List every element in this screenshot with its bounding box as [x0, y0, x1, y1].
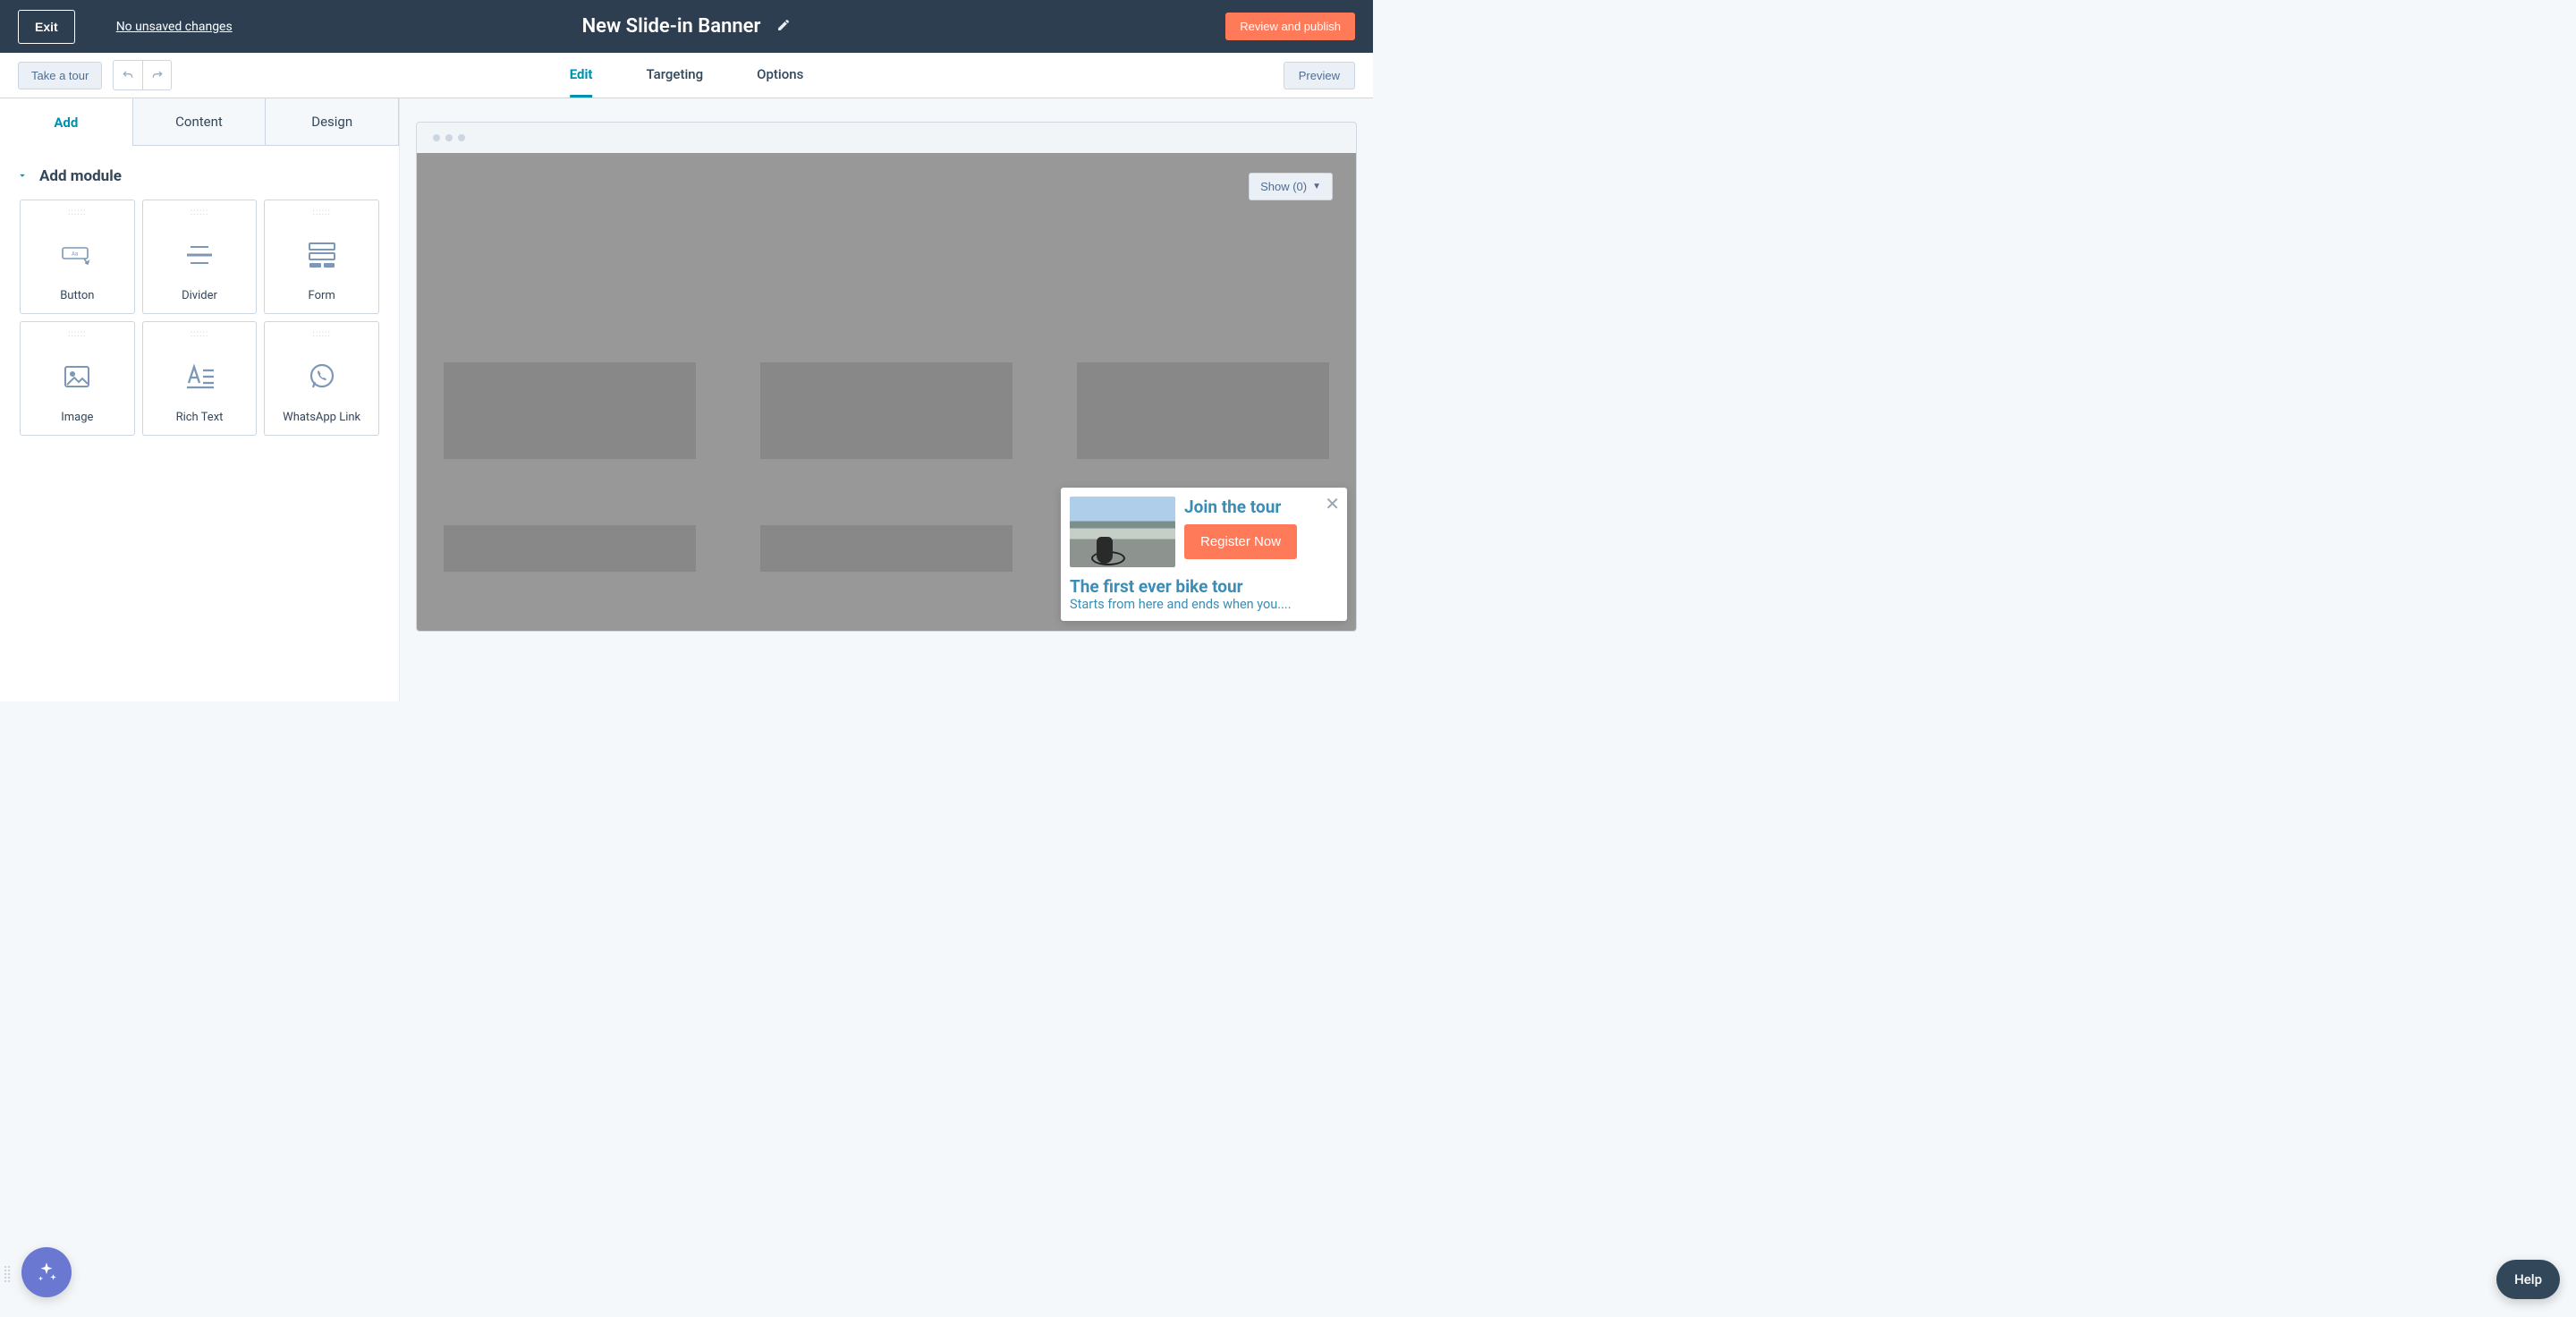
- mock-hero-placeholder: [426, 153, 1347, 305]
- browser-preview-frame: Show (0) ▼ ✕: [416, 122, 1357, 632]
- drag-handle-icon: ::::::: [312, 208, 331, 220]
- title-area: New Slide-in Banner: [582, 15, 792, 38]
- mock-card-placeholder: [1077, 362, 1329, 459]
- richtext-icon: [183, 342, 216, 411]
- module-richtext[interactable]: :::::: Rich Text: [142, 321, 258, 436]
- drag-handle-icon: ::::::: [191, 208, 209, 220]
- browser-window-dots: [417, 123, 1356, 153]
- page-title: New Slide-in Banner: [582, 15, 761, 38]
- module-button[interactable]: :::::: Aa Button: [20, 200, 135, 314]
- banner-cta-button[interactable]: Register Now: [1184, 524, 1297, 559]
- app-header: Exit No unsaved changes New Slide-in Ban…: [0, 0, 1373, 53]
- module-label: Form: [309, 289, 335, 313]
- caret-down-icon: ▼: [1312, 182, 1321, 191]
- banner-body-text: Starts from here and ends when you....: [1070, 597, 1336, 612]
- mock-card-placeholder: [760, 362, 1013, 459]
- undo-button[interactable]: [114, 61, 142, 89]
- close-icon[interactable]: ✕: [1325, 495, 1340, 513]
- show-dropdown[interactable]: Show (0) ▼: [1249, 173, 1333, 200]
- exit-button[interactable]: Exit: [18, 10, 75, 44]
- editor-body: Add Content Design Add module :::::: Aa: [0, 98, 1373, 701]
- module-grid: :::::: Aa Button ::::::: [0, 200, 399, 436]
- sidebar-tab-add[interactable]: Add: [0, 98, 133, 146]
- sidebar: Add Content Design Add module :::::: Aa: [0, 98, 400, 701]
- banner-right-col: Join the tour Register Now: [1184, 497, 1297, 559]
- mock-card-placeholder: [760, 525, 1013, 572]
- sidebar-tab-content[interactable]: Content: [133, 98, 266, 146]
- drag-handle-icon: ::::::: [68, 208, 87, 220]
- main-tabs: Edit Targeting Options: [570, 53, 804, 98]
- module-label: Rich Text: [176, 411, 224, 435]
- help-button[interactable]: Help: [2496, 1260, 2560, 1299]
- mock-card-placeholder: [444, 362, 696, 459]
- mock-card-placeholder: [444, 525, 696, 572]
- drag-handle-icon: ::::::: [68, 329, 87, 342]
- module-divider[interactable]: :::::: Divider: [142, 200, 258, 314]
- sidebar-tab-design[interactable]: Design: [265, 98, 399, 146]
- add-module-section-header[interactable]: Add module: [0, 146, 399, 200]
- banner-image: [1070, 497, 1175, 567]
- sidebar-tabs: Add Content Design: [0, 98, 399, 146]
- section-title: Add module: [39, 167, 122, 185]
- take-tour-button[interactable]: Take a tour: [18, 62, 102, 89]
- banner-top-row: Join the tour Register Now: [1070, 497, 1336, 567]
- mock-page: Show (0) ▼ ✕: [417, 153, 1356, 631]
- module-label: WhatsApp Link: [283, 411, 360, 435]
- module-label: Button: [60, 289, 94, 313]
- mock-row: [426, 362, 1347, 459]
- tab-edit[interactable]: Edit: [570, 53, 593, 98]
- fab-drag-handle-icon[interactable]: ⠿⠿: [3, 1269, 12, 1283]
- svg-text:Aa: Aa: [72, 251, 78, 257]
- sub-header: Take a tour Edit Targeting Options Previ…: [0, 53, 1373, 98]
- button-icon: Aa: [61, 220, 93, 289]
- drag-handle-icon: ::::::: [191, 329, 209, 342]
- review-publish-button[interactable]: Review and publish: [1225, 13, 1355, 40]
- tab-targeting[interactable]: Targeting: [647, 53, 704, 98]
- redo-button[interactable]: [142, 61, 171, 89]
- tab-options[interactable]: Options: [757, 53, 803, 98]
- unsaved-changes-link[interactable]: No unsaved changes: [116, 20, 233, 34]
- module-label: Image: [61, 411, 93, 435]
- module-form[interactable]: :::::: Form: [264, 200, 379, 314]
- form-icon: [308, 220, 336, 289]
- canvas-area: Show (0) ▼ ✕: [400, 98, 1373, 701]
- ai-assistant-fab[interactable]: [21, 1247, 72, 1297]
- preview-button[interactable]: Preview: [1284, 62, 1355, 89]
- image-icon: [64, 342, 90, 411]
- whatsapp-icon: [308, 342, 336, 411]
- module-label: Divider: [182, 289, 217, 313]
- divider-icon: [182, 220, 217, 289]
- banner-heading: Join the tour: [1184, 498, 1297, 517]
- chevron-down-icon: [16, 168, 29, 185]
- undo-redo-group: [113, 60, 172, 90]
- slide-in-banner-preview[interactable]: ✕ Join the tour Register Now The first e…: [1061, 488, 1347, 621]
- pencil-icon[interactable]: [776, 18, 791, 36]
- drag-handle-icon: ::::::: [312, 329, 331, 342]
- show-dropdown-label: Show (0): [1260, 180, 1307, 193]
- module-image[interactable]: :::::: Image: [20, 321, 135, 436]
- module-whatsapp[interactable]: :::::: WhatsApp Link: [264, 321, 379, 436]
- banner-subheading: The first ever bike tour: [1070, 576, 1336, 597]
